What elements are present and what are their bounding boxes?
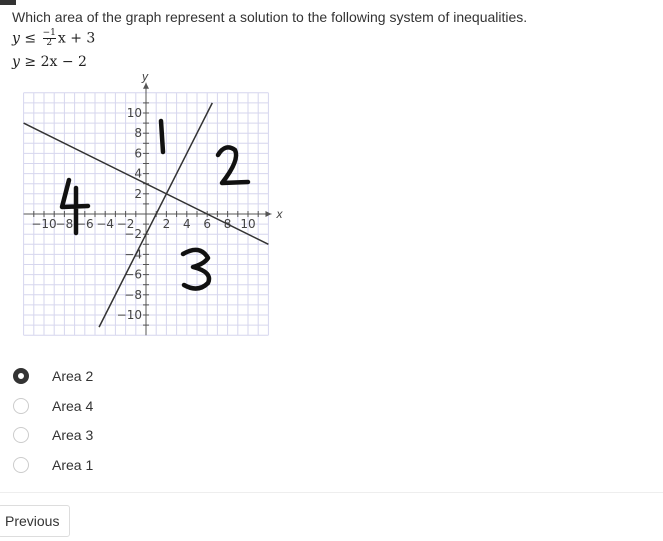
previous-button[interactable]: Previous [0,505,70,537]
area-label-2 [215,145,251,186]
option-area[interactable]: Area 1 [13,455,93,475]
option-label: Area 3 [52,427,94,443]
radio-button[interactable] [13,456,29,473]
option-area[interactable]: Area 2 [13,366,93,386]
divider [0,492,663,493]
y-tick-label: 2 [134,187,142,201]
y-tick-label: −10 [117,308,142,322]
x-tick-label: 2 [163,217,171,231]
x-tick-label: −4 [96,217,114,231]
y-tick-label: −6 [124,268,142,282]
option-label: Area 4 [52,397,94,414]
x-tick-label: 6 [203,217,211,231]
x-tick-label: 4 [183,217,191,231]
area-label-1 [158,118,166,155]
y-tick-label: 10 [127,106,142,120]
radio-button[interactable] [13,397,29,414]
y-tick-label: −8 [124,288,142,302]
option-area[interactable]: Area 4 [13,396,93,416]
x-axis-label: x [276,207,284,221]
option-area[interactable]: Area 3 [13,425,93,445]
graph-image: −10−8−6−4−2246810108642−2−4−6−8−10xy [23,70,284,336]
x-tick-label: −6 [76,217,94,231]
option-label: Area 1 [52,456,94,473]
line-2 [98,102,213,328]
y-axis-label: y [141,70,149,84]
y-tick-label: 8 [134,126,142,140]
radio-button[interactable] [13,427,29,443]
x-tick-label: −10 [31,217,56,231]
radio-button[interactable] [13,368,29,384]
y-tick-label: 6 [134,146,142,160]
y-tick-label: −2 [124,227,142,241]
option-label: Area 2 [52,368,94,384]
x-tick-label: −8 [56,217,74,231]
x-tick-label: 10 [240,217,255,231]
